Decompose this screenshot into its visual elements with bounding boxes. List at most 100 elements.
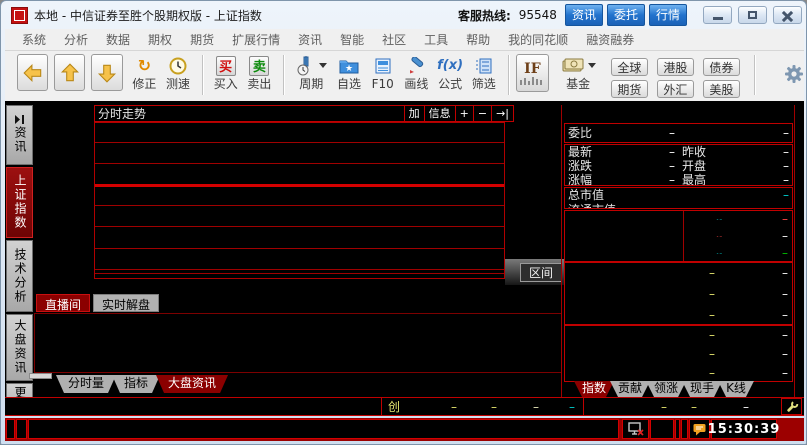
status-cell <box>6 419 15 439</box>
tab-leaders[interactable]: 领涨 <box>646 381 686 397</box>
arrow-left-icon <box>22 62 44 84</box>
sidebar-item-news[interactable]: 资讯 <box>6 105 33 165</box>
tab-live-room[interactable]: 直播间 <box>36 294 90 312</box>
sidebar-item-technical-analysis[interactable]: 技术分析 <box>6 240 33 312</box>
menu-tools[interactable]: 工具 <box>415 31 457 48</box>
toolbar-separator <box>283 55 285 95</box>
buy-button[interactable]: 买 买入 <box>210 54 242 91</box>
current-time: 15:30:39 <box>708 422 781 437</box>
menu-bar: 系统 分析 数据 期权 期货 扩展行情 资讯 智能 社区 工具 帮助 我的同花顺… <box>5 29 804 51</box>
menu-futures[interactable]: 期货 <box>181 31 223 48</box>
settings-wrench-button[interactable] <box>781 398 802 415</box>
window-title: 本地 - 中信证券至胜个股期权版 - 上证指数 <box>34 7 262 24</box>
queue-value: – <box>782 284 792 305</box>
period-label: 周期 <box>299 77 323 91</box>
down-button[interactable] <box>91 54 122 91</box>
buy-label: 买入 <box>214 77 238 91</box>
network-status-cell[interactable] <box>622 419 649 439</box>
fund-button[interactable]: 基金 <box>557 54 599 91</box>
high-value: – <box>754 173 792 186</box>
screener-button[interactable]: 筛选 <box>468 54 500 91</box>
next-panel-button[interactable]: →| <box>491 106 513 121</box>
tab-intraday-volume[interactable]: 分时量 <box>56 375 116 393</box>
menu-extended-quotes[interactable]: 扩展行情 <box>223 31 289 48</box>
menu-help[interactable]: 帮助 <box>457 31 499 48</box>
up-button[interactable] <box>54 54 85 91</box>
status-value: – <box>743 399 749 415</box>
forex-button[interactable]: 外汇 <box>657 80 694 98</box>
period-dropdown-icon <box>319 63 327 68</box>
arrow-up-icon <box>59 62 81 84</box>
range-strip: 区间 <box>505 259 564 285</box>
bid-vol-label: 委买量 <box>565 228 580 245</box>
zoom-out-button[interactable]: − <box>473 106 491 121</box>
minimize-button[interactable] <box>703 6 732 24</box>
watchlist-button[interactable]: ★ 自选 <box>333 54 365 91</box>
zoom-in-button[interactable]: + <box>455 106 473 121</box>
speed-test-button[interactable]: 测速 <box>162 54 194 91</box>
menu-community[interactable]: 社区 <box>373 31 415 48</box>
f10-button[interactable]: F10 <box>367 54 399 91</box>
market-cap-box: 总市值 – 流通市值 <box>564 187 793 209</box>
sell-button[interactable]: 卖 卖出 <box>244 54 276 91</box>
menu-my-ths[interactable]: 我的同花顺 <box>499 31 577 48</box>
if-futures-button[interactable]: IF <box>516 54 550 92</box>
menu-data[interactable]: 数据 <box>97 31 139 48</box>
queue-value: – <box>701 284 723 305</box>
menu-analysis[interactable]: 分析 <box>55 31 97 48</box>
tab-realtime-commentary[interactable]: 实时解盘 <box>93 294 159 312</box>
tab-current-volume[interactable]: 现手 <box>682 381 722 397</box>
high-label: 最高 <box>675 173 754 186</box>
toolbar-separator <box>508 55 510 95</box>
bonds-button[interactable]: 债券 <box>703 58 740 76</box>
add-button[interactable]: 加 <box>404 106 424 121</box>
quote-panel: 委比 – – 最新 – 昨收 – 涨跌 – 开盘 – <box>561 105 795 397</box>
close-button[interactable] <box>773 6 802 24</box>
settings-gear-button[interactable] <box>784 64 804 88</box>
menu-news[interactable]: 资讯 <box>289 31 331 48</box>
sidebar-label-shanghai-index: 上证指数 <box>13 174 26 230</box>
expand-pin-icon <box>14 115 25 124</box>
hk-stocks-button[interactable]: 港股 <box>657 58 694 76</box>
weibi-label: 委比 <box>565 124 627 142</box>
market-buttons: 全球 港股 债券 期货 外汇 美股 <box>611 58 740 98</box>
change-label: 涨跌 <box>565 159 627 173</box>
futures-button[interactable]: 期货 <box>611 80 648 98</box>
tab-kline[interactable]: K线 <box>718 381 754 397</box>
draw-line-button[interactable]: 画线 <box>401 54 433 91</box>
range-button[interactable]: 区间 <box>520 263 562 282</box>
unchanged-label: 平盘家数 <box>684 228 756 245</box>
sidebar-item-shanghai-index[interactable]: 上证指数 <box>6 167 33 239</box>
menu-smart[interactable]: 智能 <box>331 31 373 48</box>
trade-button[interactable]: 委托 <box>607 4 645 26</box>
us-stocks-button[interactable]: 美股 <box>703 80 740 98</box>
screener-label: 筛选 <box>472 77 496 91</box>
info-button[interactable]: 信息 <box>424 106 455 121</box>
tab-indicators[interactable]: 指标 <box>112 375 160 393</box>
tab-index[interactable]: 指数 <box>574 381 614 397</box>
hotline-number: 95548 <box>519 8 557 22</box>
latest-value: – <box>627 145 675 159</box>
back-button[interactable] <box>17 54 48 91</box>
quotes-button[interactable]: 行情 <box>649 4 687 26</box>
tab-market-news[interactable]: 大盘资讯 <box>156 375 228 393</box>
tab-contribution[interactable]: 贡献 <box>610 381 650 397</box>
formula-button[interactable]: f(x) 公式 <box>434 54 466 91</box>
news-button[interactable]: 资讯 <box>565 4 603 26</box>
status-value: – <box>691 399 697 415</box>
menu-options[interactable]: 期权 <box>139 31 181 48</box>
sidebar-label-technical-analysis: 技术分析 <box>13 248 26 304</box>
correct-button[interactable]: ↻ 修正 <box>129 54 161 91</box>
queue-box-upper: –– –– –– <box>564 262 793 325</box>
menu-system[interactable]: 系统 <box>13 31 55 48</box>
maximize-button[interactable] <box>738 6 767 24</box>
sidebar-item-market-news[interactable]: 大盘资讯 <box>6 314 33 382</box>
intraday-chart[interactable] <box>94 122 505 279</box>
menu-margin[interactable]: 融资融券 <box>577 31 643 48</box>
advancers-label: 上涨家数 <box>684 211 756 228</box>
global-button[interactable]: 全球 <box>611 58 648 76</box>
period-button[interactable]: 周期 <box>291 54 331 91</box>
sidebar-label-market-news: 大盘资讯 <box>13 319 26 375</box>
clock-display: 15:30:39 <box>711 419 777 439</box>
queue-value: – <box>701 364 723 382</box>
